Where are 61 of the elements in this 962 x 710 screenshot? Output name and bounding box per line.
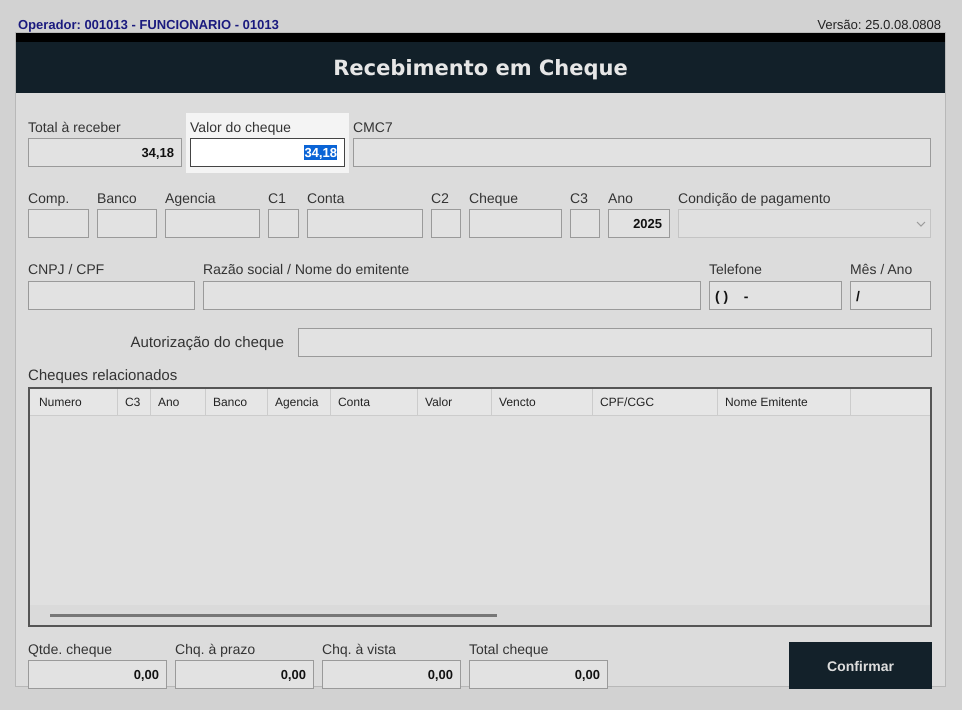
field-label: Cheque <box>469 190 520 207</box>
field-label: Chq. à prazo <box>175 641 256 658</box>
column-header[interactable]: Numero <box>32 389 118 415</box>
field-label: Valor do cheque <box>190 119 292 136</box>
column-header[interactable]: CPF/CGC <box>593 389 718 415</box>
field-label: Agencia <box>165 190 217 207</box>
column-header[interactable]: Valor <box>418 389 492 415</box>
input-field[interactable]: ( ) - <box>709 281 842 310</box>
input-field[interactable] <box>469 209 562 238</box>
input-field[interactable]: 34,18 <box>28 138 182 167</box>
column-header[interactable]: Ano <box>151 389 206 415</box>
field-label: Total à receber <box>28 119 122 136</box>
column-header[interactable]: Banco <box>206 389 268 415</box>
field-label: Banco <box>97 190 138 207</box>
field-label: Razão social / Nome do emitente <box>203 261 410 278</box>
input-field[interactable] <box>307 209 423 238</box>
input-field[interactable] <box>353 138 931 167</box>
input-field[interactable]: 0,00 <box>28 660 167 689</box>
version-label: Versão: 25.0.08.0808 <box>817 17 941 32</box>
input-field[interactable]: 0,00 <box>469 660 608 689</box>
input-field[interactable] <box>165 209 260 238</box>
input-field[interactable] <box>298 328 932 357</box>
input-field[interactable]: 0,00 <box>322 660 461 689</box>
column-header[interactable]: Conta <box>331 389 418 415</box>
field-label: Comp. <box>28 190 70 207</box>
input-field[interactable] <box>28 209 89 238</box>
input-field[interactable] <box>431 209 461 238</box>
input-field[interactable] <box>97 209 157 238</box>
input-field[interactable] <box>268 209 299 238</box>
field-label: CNPJ / CPF <box>28 261 106 278</box>
dropdown-field[interactable] <box>678 209 931 238</box>
field-label: Mês / Ano <box>850 261 914 278</box>
input-field[interactable] <box>28 281 195 310</box>
chevron-icon <box>916 220 926 226</box>
field-label: C3 <box>570 190 589 207</box>
field-label: Autorização do cheque <box>130 334 285 351</box>
dialog-title: Recebimento em Cheque <box>333 56 628 80</box>
field-label: Telefone <box>709 261 763 278</box>
column-header[interactable]: Agencia <box>268 389 331 415</box>
column-header[interactable]: Vencto <box>492 389 593 415</box>
operator-label: Operador: 001013 - FUNCIONARIO - 01013 <box>18 17 279 32</box>
field-label: Conta <box>307 190 346 207</box>
input-field[interactable]: / <box>850 281 931 310</box>
column-header[interactable]: C3 <box>118 389 151 415</box>
input-field[interactable]: 0,00 <box>175 660 314 689</box>
field-label: Condição de pagamento <box>678 190 832 207</box>
field-label: Total cheque <box>469 641 550 658</box>
field-label: C2 <box>431 190 450 207</box>
input-field[interactable] <box>203 281 701 310</box>
field-label: Ano <box>608 190 634 207</box>
confirm-button[interactable]: Confirmar <box>789 642 932 689</box>
input-field[interactable]: 2025 <box>608 209 670 238</box>
field-label: Chq. à vista <box>322 641 397 658</box>
field-label: C1 <box>268 190 287 207</box>
field-label: Qtde. cheque <box>28 641 114 658</box>
section-label: Cheques relacionados <box>28 367 178 384</box>
input-field[interactable]: 34,18 <box>190 138 345 167</box>
column-header[interactable]: Nome Emitente <box>718 389 851 415</box>
input-field[interactable] <box>570 209 600 238</box>
field-label: CMC7 <box>353 119 394 136</box>
scrollbar[interactable] <box>30 605 930 625</box>
